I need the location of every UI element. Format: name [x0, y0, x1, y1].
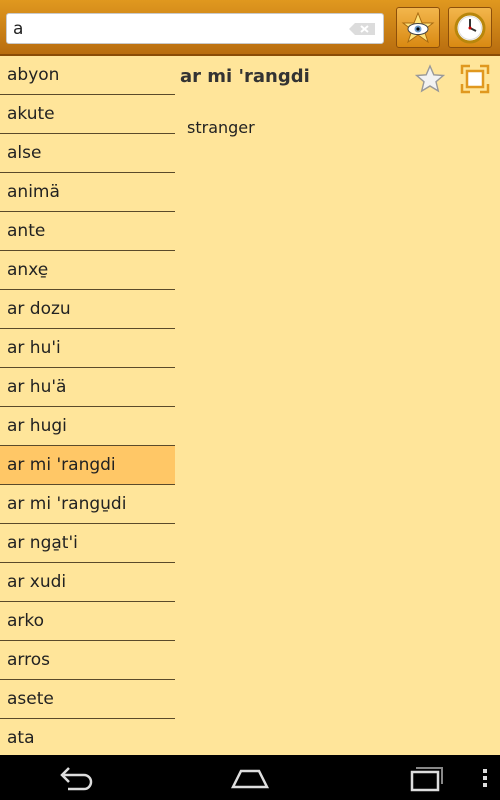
word-list-item[interactable]: ar mi 'rangdi: [0, 446, 175, 485]
word-list-item[interactable]: animä: [0, 173, 175, 212]
entry-panel: ar mi 'rangdi stranger: [175, 56, 500, 755]
recent-apps-icon[interactable]: [406, 763, 446, 793]
word-list-item[interactable]: ar nga̱t'i: [0, 524, 175, 563]
word-list-item[interactable]: abyon: [0, 56, 175, 95]
word-list-item[interactable]: alse: [0, 134, 175, 173]
word-list-item[interactable]: ar hu'ä: [0, 368, 175, 407]
word-list-item[interactable]: ar mi 'rangu̱di: [0, 485, 175, 524]
favorites-button[interactable]: [396, 7, 440, 48]
entry-title: ar mi 'rangdi: [180, 66, 310, 87]
search-input[interactable]: [13, 17, 343, 40]
word-list-item[interactable]: ar hu'i: [0, 329, 175, 368]
fullscreen-expand-icon[interactable]: [460, 64, 490, 94]
word-list-item[interactable]: ante: [0, 212, 175, 251]
add-favorite-star-icon[interactable]: [415, 64, 445, 94]
word-list-item[interactable]: arros: [0, 641, 175, 680]
word-list-item[interactable]: arko: [0, 602, 175, 641]
clear-search-icon[interactable]: [349, 22, 377, 36]
menu-icon[interactable]: [478, 763, 492, 793]
search-box[interactable]: [6, 13, 384, 44]
clock-icon: [454, 12, 486, 43]
word-list: abyon akute alse animä ante anxe̱ ar dozu ar hu…: [0, 56, 175, 755]
back-icon[interactable]: [56, 763, 96, 793]
word-list-item[interactable]: ar hugi: [0, 407, 175, 446]
word-list-item[interactable]: ar dozu: [0, 290, 175, 329]
home-icon[interactable]: [230, 763, 270, 793]
star-eye-icon: [401, 11, 435, 43]
history-button[interactable]: [448, 7, 492, 48]
translation-text: stranger: [187, 118, 255, 137]
word-list-item[interactable]: ata: [0, 719, 175, 755]
top-toolbar: [0, 0, 500, 56]
word-list-item[interactable]: anxe̱: [0, 251, 175, 290]
word-list-item[interactable]: asete: [0, 680, 175, 719]
system-navigation-bar: [0, 755, 500, 800]
word-list-item[interactable]: akute: [0, 95, 175, 134]
word-list-item[interactable]: ar xudi: [0, 563, 175, 602]
